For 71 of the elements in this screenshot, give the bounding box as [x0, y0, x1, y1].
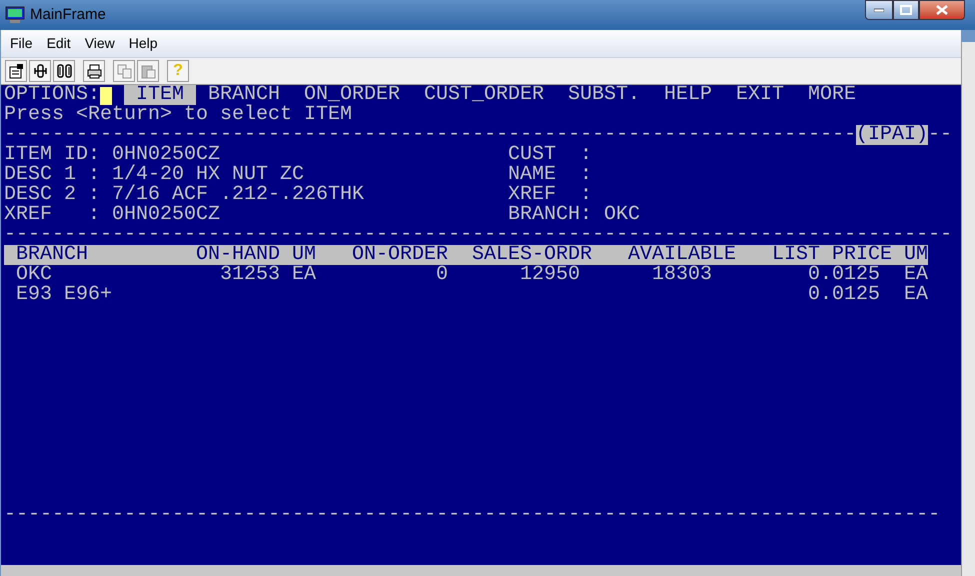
toolbar-button[interactable] [83, 60, 105, 82]
table-cell: 12950 [520, 265, 580, 285]
table-cell: E93 E96+ [16, 285, 112, 305]
printer-icon [86, 62, 102, 80]
prompt-text: Press <Return> to select ITEM [4, 105, 352, 125]
connector-icon [56, 62, 72, 80]
maximize-button[interactable] [893, 0, 919, 20]
field-value: 0HN0250CZ [112, 205, 220, 225]
column-header: BRANCH [16, 245, 88, 265]
option-tab[interactable]: BRANCH [208, 85, 280, 105]
field-label: DESC 2 : [4, 185, 100, 205]
options-label: OPTIONS: [4, 85, 100, 105]
table-cell: 31253 [220, 265, 280, 285]
option-tab[interactable]: CUST_ORDER [424, 85, 544, 105]
properties-icon [8, 62, 24, 80]
minimize-icon [874, 8, 884, 12]
toolbar-button[interactable] [5, 60, 27, 82]
table-cell: EA [292, 265, 316, 285]
option-tab[interactable]: EXIT [736, 85, 784, 105]
table-cell: 0 [436, 265, 448, 285]
table-cell: 0.0125 [808, 285, 880, 305]
table-cell: 0.0125 [808, 265, 880, 285]
toolbar-button[interactable] [53, 60, 75, 82]
menu-item[interactable]: File [4, 33, 39, 54]
toolbar-button[interactable] [29, 60, 51, 82]
connector-icon [32, 62, 48, 80]
menu-item[interactable]: View [78, 33, 121, 54]
field-label: XREF : [508, 185, 592, 205]
option-tab[interactable]: ITEM [124, 85, 196, 105]
field-value: OKC [604, 205, 640, 225]
close-icon [936, 5, 948, 15]
scrollbar[interactable] [961, 42, 975, 576]
field-label: ITEM ID: [4, 145, 100, 165]
field-label: NAME : [508, 165, 592, 185]
menu-item[interactable]: Edit [40, 33, 77, 54]
dashed-rule: ------------------------------------------------------------------------------ [4, 505, 940, 525]
column-header: UM [904, 245, 928, 265]
menu-item[interactable]: Help [122, 33, 164, 54]
dashed-rule: ----------------------------------------------------------------------- [4, 125, 856, 145]
option-tab[interactable]: HELP [664, 85, 712, 105]
maximize-icon [900, 5, 912, 15]
column-header: SALES-ORDR [472, 245, 592, 265]
option-tab[interactable]: ON_ORDER [304, 85, 400, 105]
field-value: 0HN0250CZ [112, 145, 220, 165]
table-cell: 18303 [652, 265, 712, 285]
dashed-rule: ------------------------------------------------------------------------------- [4, 225, 952, 245]
field-label: CUST : [508, 145, 592, 165]
dashed-rule: -- [928, 125, 952, 145]
column-header: LIST PRICE [772, 245, 892, 265]
paste-icon [140, 62, 156, 80]
column-header: ON-ORDER [352, 245, 448, 265]
column-header: ON-HAND [196, 245, 280, 265]
option-tab[interactable]: MORE [808, 85, 856, 105]
table-cell: OKC [16, 265, 52, 285]
field-label: DESC 1 : [4, 165, 100, 185]
window-title: MainFrame [30, 4, 106, 25]
screen-id: (IPAI) [856, 125, 928, 145]
column-header: UM [292, 245, 316, 265]
field-value: 1/4-20 HX NUT ZC [112, 165, 304, 185]
cursor [100, 87, 112, 105]
field-label: XREF : [4, 205, 100, 225]
table-cell: EA [904, 285, 928, 305]
app-icon [5, 6, 25, 24]
option-tab[interactable]: SUBST. [568, 85, 640, 105]
minimize-button[interactable] [865, 0, 893, 20]
table-cell: EA [904, 265, 928, 285]
column-header: AVAILABLE [628, 245, 736, 265]
field-value: 7/16 ACF .212-.226THK [112, 185, 364, 205]
copy-icon [116, 62, 132, 80]
close-button[interactable] [919, 0, 965, 20]
field-label: BRANCH: [508, 205, 592, 225]
